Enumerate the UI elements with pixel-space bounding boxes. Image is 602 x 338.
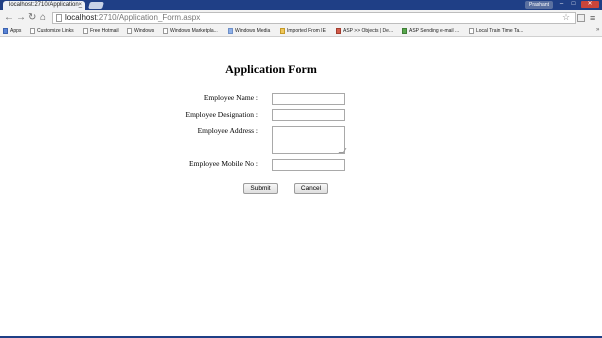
extension-icon[interactable] [577, 14, 585, 22]
employee-mobile-input[interactable] [272, 159, 345, 171]
folder-icon [280, 27, 285, 34]
employee-name-input[interactable] [272, 93, 345, 105]
apps-grid-icon [3, 27, 8, 34]
employee-address-textarea[interactable] [272, 126, 345, 154]
bookmark-apps[interactable]: Apps [3, 27, 21, 35]
url-host: localhost [65, 13, 97, 22]
bookmark-asp-objects[interactable]: ASP >> Objects | De... [336, 27, 393, 35]
back-arrow-icon[interactable]: ← [4, 13, 14, 23]
resize-grip-icon[interactable] [338, 148, 347, 153]
bookmark-windows[interactable]: Windows [127, 27, 154, 35]
reload-icon[interactable]: ↻ [28, 13, 36, 23]
page-icon [56, 14, 62, 22]
bookmark-free-hotmail[interactable]: Free Hotmail [83, 27, 119, 35]
page-title: Application Form [225, 62, 317, 76]
cancel-button[interactable]: Cancel [294, 183, 328, 194]
bookmark-windows-marketplace[interactable]: Windows Marketpla... [163, 27, 218, 35]
bookmark-star-icon[interactable]: ☆ [562, 12, 570, 23]
employee-name-label: Employee Name : [203, 93, 258, 102]
menu-icon[interactable]: ≡ [590, 13, 595, 23]
bookmark-imported-from-ie[interactable]: Imported From IE [280, 27, 326, 35]
address-bar[interactable]: localhost:2710/Application_Form.aspx [52, 12, 576, 24]
tab-title: localhost:2710/Application_ [9, 2, 83, 8]
page-icon [469, 27, 474, 34]
browser-tab[interactable]: localhost:2710/Application_ × [3, 1, 85, 10]
maximize-button[interactable]: □ [568, 1, 579, 8]
page-icon [83, 27, 88, 34]
windows-logo-icon [228, 27, 233, 34]
bookmark-local-train[interactable]: Local Train Time Ta... [469, 27, 523, 35]
employee-mobile-label: Employee Mobile No : [189, 159, 258, 168]
employee-address-label: Employee Address : [197, 126, 258, 135]
employee-designation-input[interactable] [272, 109, 345, 121]
page-icon [163, 27, 168, 34]
forward-arrow-icon[interactable]: → [16, 13, 26, 23]
submit-button[interactable]: Submit [243, 183, 278, 194]
bookmark-customize-links[interactable]: Customize Links [30, 27, 74, 35]
page-icon [127, 27, 132, 34]
green-logo-icon [402, 27, 407, 34]
url-path: :2710/Application_Form.aspx [96, 13, 201, 22]
employee-designation-label: Employee Designation : [185, 110, 258, 119]
minimize-button[interactable]: – [556, 1, 567, 8]
page-icon [30, 27, 35, 34]
close-window-button[interactable]: ✕ [581, 1, 599, 8]
tab-close-icon[interactable]: × [78, 1, 82, 10]
new-tab-button[interactable] [88, 2, 104, 9]
bookmarks-overflow-icon[interactable]: » [596, 27, 599, 33]
asp-logo-icon [336, 27, 341, 34]
user-badge[interactable]: Prashant [525, 1, 553, 9]
home-icon[interactable]: ⌂ [40, 13, 46, 23]
bookmark-windows-media[interactable]: Windows Media [228, 27, 270, 35]
bookmark-asp-sending-email[interactable]: ASP Sending e-mail ... [402, 27, 459, 35]
